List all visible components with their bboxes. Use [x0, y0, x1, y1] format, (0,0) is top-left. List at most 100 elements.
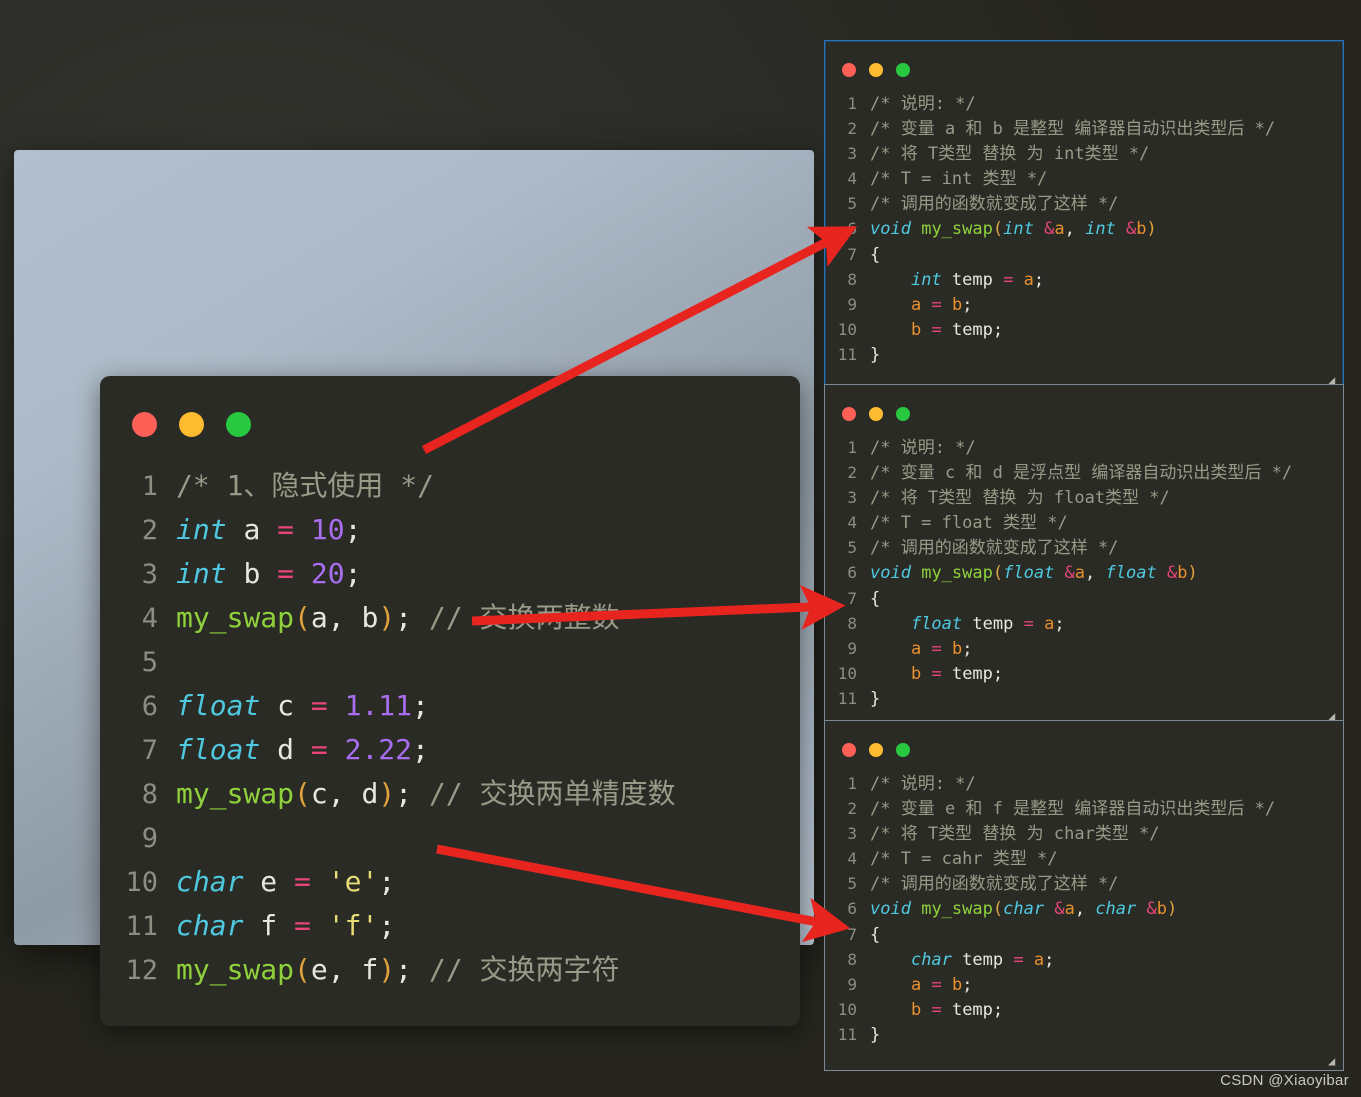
code-line: 11} [825, 1022, 1343, 1047]
close-button-icon[interactable] [132, 412, 157, 437]
maximize-button-icon[interactable] [226, 412, 251, 437]
code-line: 3 int b = 20; [100, 552, 800, 596]
line-number: 3 [847, 824, 857, 844]
code-line: 4/* T = int 类型 */ [825, 166, 1343, 191]
code-line: 7 float d = 2.22; [100, 728, 800, 772]
char-snippet-window[interactable]: 1/* 说明: */2/* 变量 e 和 f 是整型 编译器自动识出类型后 */… [824, 720, 1344, 1071]
csdn-watermark: CSDN @Xiaoyibar [1220, 1072, 1349, 1089]
line-number: 12 [125, 955, 158, 986]
code-line: 1/* 说明: */ [825, 91, 1343, 116]
minimize-button-icon[interactable] [869, 743, 883, 757]
line-number: 1 [847, 94, 857, 113]
resize-grip-icon[interactable]: ◢ [1328, 1055, 1340, 1067]
main-window-frame: 1/* 1、隐式使用 */2 int a = 10; 3 int b = 20; 4 my… [14, 150, 814, 1026]
close-button-icon[interactable] [842, 63, 856, 77]
line-number: 2 [847, 799, 857, 819]
line-number: 11 [837, 344, 857, 364]
code-line: 7{ [825, 922, 1343, 947]
maximize-button-icon[interactable] [896, 743, 910, 757]
code-line: 10 b = temp; [825, 661, 1343, 686]
float-snippet-code[interactable]: 1/* 说明: */2/* 变量 c 和 d 是浮点型 编译器自动识出类型后 *… [825, 435, 1343, 711]
line-number: 2 [847, 463, 857, 483]
code-line: 11} [825, 342, 1343, 367]
code-line: 8 float temp = a; [825, 611, 1343, 636]
window-controls[interactable] [842, 63, 910, 77]
code-line: 9 a = b; [825, 972, 1343, 997]
line-number: 5 [847, 194, 857, 214]
code-line: 11} [825, 686, 1343, 711]
line-number: 6 [141, 691, 158, 722]
line-number: 3 [141, 559, 158, 590]
line-number: 11 [837, 1024, 857, 1044]
line-number: 10 [837, 319, 857, 339]
code-line: 4/* T = float 类型 */ [825, 510, 1343, 535]
code-line: 5/* 调用的函数就变成了这样 */ [825, 191, 1343, 216]
code-line: 6 float c = 1.11; [100, 684, 800, 728]
code-line: 1/* 说明: */ [825, 435, 1343, 460]
line-number: 7 [141, 735, 158, 766]
code-line: 7{ [825, 586, 1343, 611]
minimize-button-icon[interactable] [869, 407, 883, 421]
main-code-content[interactable]: 1/* 1、隐式使用 */2 int a = 10; 3 int b = 20; 4 my… [100, 464, 800, 992]
line-number: 9 [141, 823, 158, 854]
code-line: 6 void my_swap(int &a, int &b) [825, 216, 1343, 241]
code-line: 5/* 调用的函数就变成了这样 */ [825, 535, 1343, 560]
minimize-button-icon[interactable] [179, 412, 204, 437]
window-controls[interactable] [132, 412, 251, 437]
code-line: 12 my_swap(e, f); // 交换两字符 [100, 948, 800, 992]
close-button-icon[interactable] [842, 743, 856, 757]
minimize-button-icon[interactable] [869, 63, 883, 77]
code-line: 8 char temp = a; [825, 947, 1343, 972]
code-line: 2/* 变量 e 和 f 是整型 编译器自动识出类型后 */ [825, 796, 1343, 821]
code-line: 9 a = b; [825, 636, 1343, 661]
line-number: 5 [847, 538, 857, 558]
code-line: 5/* 调用的函数就变成了这样 */ [825, 871, 1343, 896]
code-line: 7{ [825, 242, 1343, 267]
line-number: 3 [847, 144, 857, 164]
char-snippet-code[interactable]: 1/* 说明: */2/* 变量 e 和 f 是整型 编译器自动识出类型后 */… [825, 771, 1343, 1047]
code-line: 3/* 将 T类型 替换 为 int类型 */ [825, 141, 1343, 166]
line-number: 8 [847, 949, 857, 969]
code-line: 6 void my_swap(char &a, char &b) [825, 896, 1343, 921]
line-number: 2 [141, 515, 158, 546]
maximize-button-icon[interactable] [896, 407, 910, 421]
code-line: 9 [100, 816, 800, 860]
line-number: 11 [837, 688, 857, 708]
code-line: 4/* T = cahr 类型 */ [825, 846, 1343, 871]
maximize-button-icon[interactable] [896, 63, 910, 77]
line-number: 1 [141, 471, 158, 502]
window-controls[interactable] [842, 743, 910, 757]
line-number: 6 [847, 899, 857, 919]
int-snippet-window[interactable]: 1/* 说明: */2/* 变量 a 和 b 是整型 编译器自动识出类型后 */… [824, 40, 1344, 390]
line-number: 10 [837, 663, 857, 683]
main-code-editor-window[interactable]: 1/* 1、隐式使用 */2 int a = 10; 3 int b = 20; 4 my… [100, 376, 800, 1026]
code-line: 3/* 将 T类型 替换 为 float类型 */ [825, 485, 1343, 510]
code-line: 3/* 将 T类型 替换 为 char类型 */ [825, 821, 1343, 846]
code-line: 6 void my_swap(float &a, float &b) [825, 560, 1343, 585]
line-number: 6 [847, 563, 857, 583]
line-number: 11 [125, 911, 158, 942]
code-line: 2/* 变量 a 和 b 是整型 编译器自动识出类型后 */ [825, 116, 1343, 141]
line-number: 4 [847, 169, 857, 189]
code-line: 11 char f = 'f'; [100, 904, 800, 948]
code-line: 8 my_swap(c, d); // 交换两单精度数 [100, 772, 800, 816]
code-line: 10 b = temp; [825, 317, 1343, 342]
line-number: 9 [847, 294, 857, 314]
code-line: 9 a = b; [825, 292, 1343, 317]
code-line: 10 b = temp; [825, 997, 1343, 1022]
float-snippet-window[interactable]: 1/* 说明: */2/* 变量 c 和 d 是浮点型 编译器自动识出类型后 *… [824, 384, 1344, 726]
line-number: 1 [847, 438, 857, 457]
line-number: 7 [847, 588, 857, 608]
code-line: 4 my_swap(a, b); // 交换两整数 [100, 596, 800, 640]
code-line: 1/* 说明: */ [825, 771, 1343, 796]
code-line: 8 int temp = a; [825, 267, 1343, 292]
line-number: 5 [847, 874, 857, 894]
line-number: 2 [847, 119, 857, 139]
int-snippet-code[interactable]: 1/* 说明: */2/* 变量 a 和 b 是整型 编译器自动识出类型后 */… [825, 91, 1343, 367]
line-number: 7 [847, 244, 857, 264]
code-line: 1/* 1、隐式使用 */ [100, 464, 800, 508]
window-controls[interactable] [842, 407, 910, 421]
code-line: 5 [100, 640, 800, 684]
line-number: 7 [847, 924, 857, 944]
close-button-icon[interactable] [842, 407, 856, 421]
